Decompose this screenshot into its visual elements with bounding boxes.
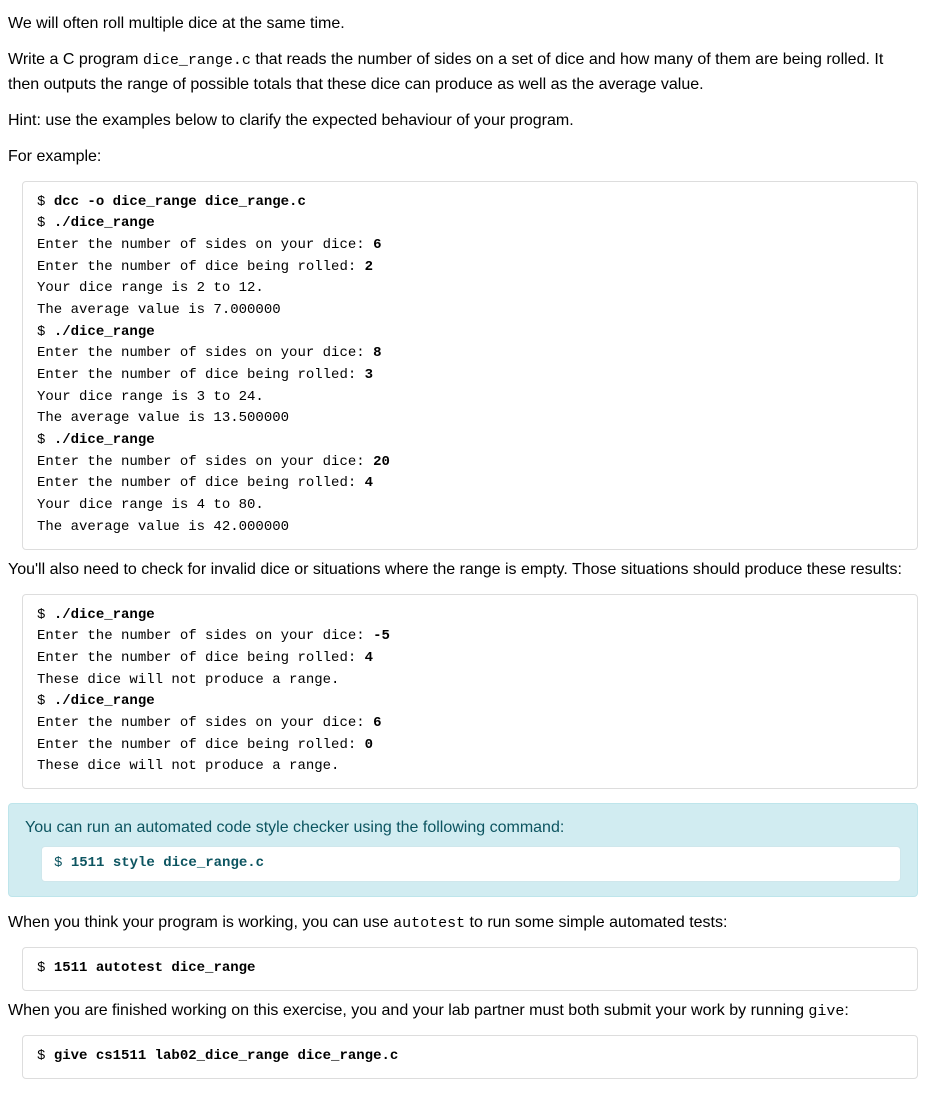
intro-paragraph-2: Write a C program dice_range.c that read… <box>8 48 918 97</box>
intro-paragraph-1: We will often roll multiple dice at the … <box>8 12 918 36</box>
give-text-b: : <box>844 1002 848 1019</box>
autotest-code: autotest <box>393 915 465 932</box>
terminal-give: $ give cs1511 lab02_dice_range dice_rang… <box>22 1035 918 1079</box>
give-text-a: When you are finished working on this ex… <box>8 1002 808 1019</box>
terminal-example-2: $ ./dice_range Enter the number of sides… <box>22 594 918 790</box>
autotest-paragraph: When you think your program is working, … <box>8 911 918 936</box>
intro2-text-a: Write a C program <box>8 51 143 68</box>
terminal-example-1: $ dcc -o dice_range dice_range.c $ ./dic… <box>22 181 918 550</box>
terminal-style: $ 1511 style dice_range.c <box>41 846 901 882</box>
give-code: give <box>808 1003 844 1020</box>
autotest-text-b: to run some simple automated tests: <box>465 914 727 931</box>
terminal-autotest: $ 1511 autotest dice_range <box>22 947 918 991</box>
check-invalid-paragraph: You'll also need to check for invalid di… <box>8 558 918 582</box>
tip-text: You can run an automated code style chec… <box>25 816 901 840</box>
autotest-text-a: When you think your program is working, … <box>8 914 393 931</box>
intro2-code: dice_range.c <box>143 52 251 69</box>
give-paragraph: When you are finished working on this ex… <box>8 999 918 1024</box>
style-checker-tip: You can run an automated code style chec… <box>8 803 918 897</box>
for-example-label: For example: <box>8 145 918 169</box>
hint-paragraph: Hint: use the examples below to clarify … <box>8 109 918 133</box>
